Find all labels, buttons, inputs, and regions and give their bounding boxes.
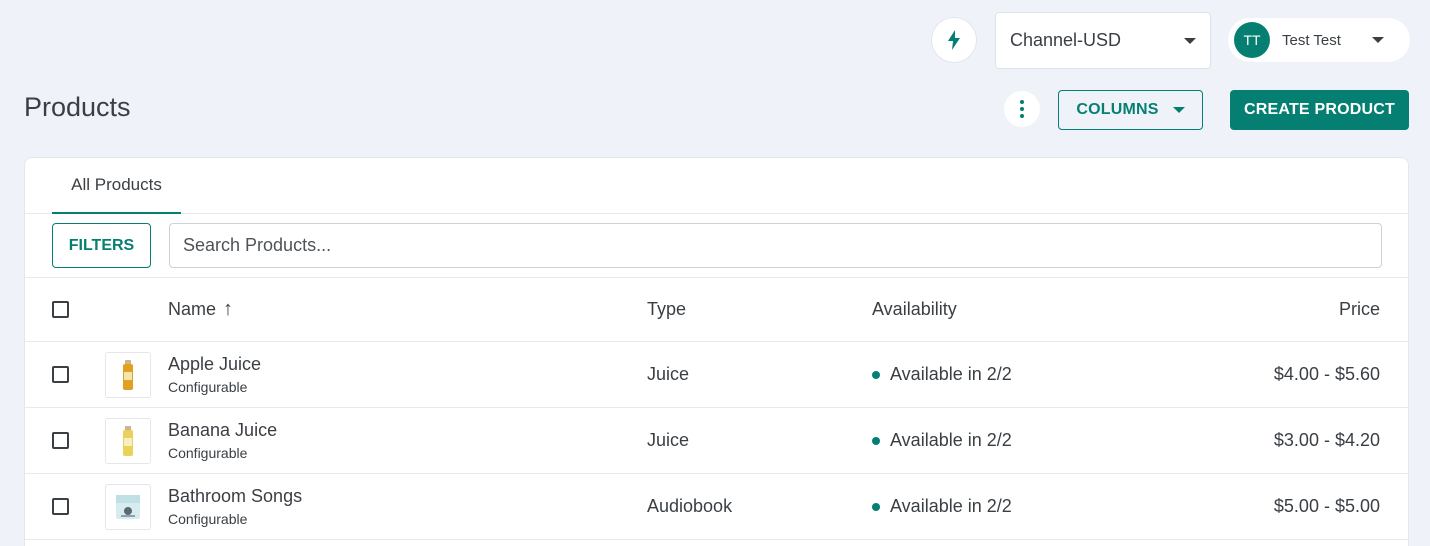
tab-all-products[interactable]: All Products: [52, 158, 181, 214]
product-type: Juice: [647, 430, 690, 450]
channel-select[interactable]: Channel-USD: [995, 12, 1211, 69]
product-subtitle: Configurable: [168, 445, 248, 461]
product-availability: Available in 2/2: [872, 342, 1012, 407]
column-header-type[interactable]: Type: [647, 278, 686, 341]
column-header-price[interactable]: Price: [1339, 278, 1380, 341]
filters-button-label: FILTERS: [68, 236, 135, 254]
user-name: Test Test: [1282, 31, 1341, 49]
product-thumbnail: [105, 352, 151, 398]
status-dot-icon: [872, 502, 880, 511]
product-subtitle: Configurable: [168, 511, 248, 527]
product-name: Banana Juice: [168, 420, 278, 440]
chevron-down-icon: [1372, 37, 1384, 43]
row-checkbox[interactable]: [52, 432, 69, 449]
audiobook-cover-icon: [116, 495, 140, 519]
table-row[interactable]: Banana Juice Configurable Juice Availabl…: [25, 408, 1408, 474]
select-all-checkbox[interactable]: [52, 301, 69, 318]
table-header: Name ↑ Type Availability Price: [25, 278, 1408, 342]
column-header-name-label: Name: [168, 299, 217, 319]
more-options-button[interactable]: [1004, 91, 1040, 127]
product-thumbnail: [105, 484, 151, 530]
product-price: $4.00 - $5.60: [1273, 364, 1380, 384]
tab-bar: All Products: [25, 158, 1408, 214]
product-thumbnail: [105, 418, 151, 464]
row-checkbox[interactable]: [52, 498, 69, 515]
product-availability: Available in 2/2: [872, 474, 1012, 539]
lightning-icon: [948, 30, 960, 50]
row-checkbox[interactable]: [52, 366, 69, 383]
more-vert-icon-dot: [1020, 107, 1024, 111]
user-menu[interactable]: TT Test Test: [1228, 18, 1410, 62]
availability-text: Available in 2/2: [890, 364, 1012, 384]
sort-ascending-icon: ↑: [223, 298, 234, 320]
columns-button-label: COLUMNS: [1076, 101, 1159, 118]
product-price: $5.00 - $5.00: [1273, 496, 1380, 516]
filter-bar: FILTERS: [25, 214, 1408, 278]
availability-text: Available in 2/2: [890, 496, 1012, 516]
juice-bottle-icon: [123, 426, 133, 456]
columns-button[interactable]: COLUMNS: [1058, 90, 1203, 130]
create-product-button[interactable]: CREATE PRODUCT: [1230, 90, 1409, 130]
chevron-down-icon: [1172, 107, 1185, 113]
products-card: All Products FILTERS Name ↑ Type Availab…: [24, 157, 1409, 546]
more-vert-icon-dot: [1020, 114, 1024, 118]
product-type: Audiobook: [647, 496, 733, 516]
filters-button[interactable]: FILTERS: [52, 223, 151, 268]
product-name: Bathroom Songs: [168, 486, 303, 506]
channel-select-value: Channel-USD: [1010, 30, 1122, 50]
table-row[interactable]: Apple Juice Configurable Juice Available…: [25, 342, 1408, 408]
quick-actions-button[interactable]: [932, 18, 976, 62]
chevron-down-icon: [1184, 37, 1196, 44]
avatar: TT: [1234, 22, 1270, 58]
create-product-label: CREATE PRODUCT: [1244, 101, 1395, 118]
product-type: Juice: [647, 364, 690, 384]
table-row[interactable]: Bathroom Songs Configurable Audiobook Av…: [25, 474, 1408, 540]
status-dot-icon: [872, 370, 880, 379]
availability-text: Available in 2/2: [890, 430, 1012, 450]
product-availability: Available in 2/2: [872, 408, 1012, 473]
product-name: Apple Juice: [168, 354, 262, 374]
search-input[interactable]: [169, 223, 1382, 268]
more-vert-icon: [1020, 100, 1024, 104]
product-price: $3.00 - $4.20: [1273, 430, 1380, 450]
juice-bottle-icon: [123, 360, 133, 390]
page-title: Products: [24, 92, 131, 122]
column-header-name[interactable]: Name ↑: [168, 278, 233, 341]
product-subtitle: Configurable: [168, 379, 248, 395]
status-dot-icon: [872, 436, 880, 445]
column-header-availability[interactable]: Availability: [872, 278, 957, 341]
